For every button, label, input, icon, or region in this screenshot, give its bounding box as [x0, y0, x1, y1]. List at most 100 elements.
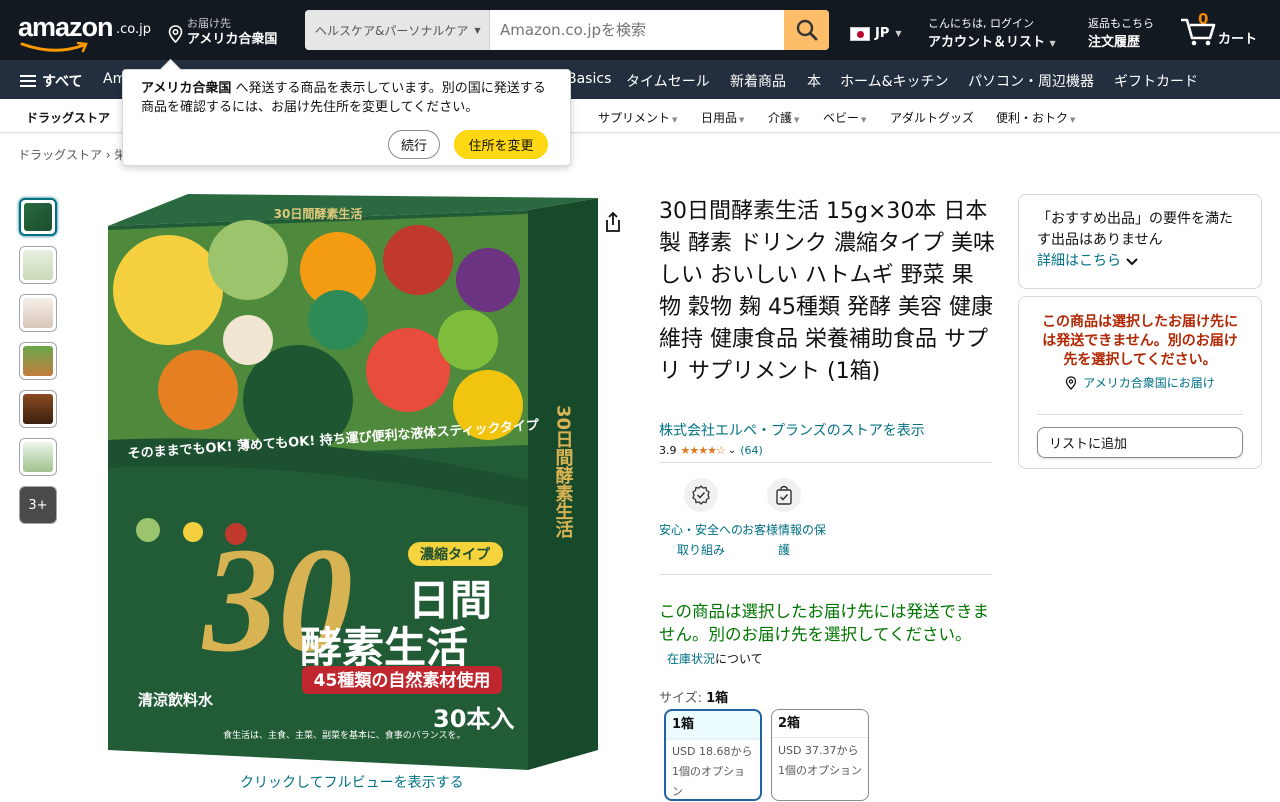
subnav-item-supplements[interactable]: サプリメント ▼: [598, 109, 677, 126]
badge-safety[interactable]: 安心・安全への取り組み: [656, 478, 746, 560]
nav-item-basics[interactable]: Basics: [567, 71, 611, 87]
search-category-dropdown[interactable]: ヘルスケア&パーソナルケア ▼: [305, 10, 490, 50]
caret-down-icon: ▼: [895, 29, 902, 38]
package-count: 30本入: [433, 705, 514, 733]
ship-to-label: アメリカ合衆国にお届け: [1083, 376, 1215, 390]
grape-shape: [456, 248, 520, 312]
thumbnail-more[interactable]: 3+: [19, 486, 57, 524]
shopping-bag-check-icon: [776, 485, 792, 505]
rating-summary[interactable]: 3.9 ★★★★☆ ⌄ (64): [659, 444, 763, 457]
broccoli-shape: [308, 290, 368, 350]
orders-line1: 返品もこちら: [1088, 17, 1154, 30]
share-icon[interactable]: [604, 211, 622, 233]
size-option-2box[interactable]: 2箱 USD 37.37から 1個のオプション: [771, 709, 869, 801]
subnav-item-care[interactable]: 介護 ▼: [768, 109, 799, 126]
amazon-logo[interactable]: amazon .co.jp: [18, 12, 153, 53]
search-button[interactable]: [784, 10, 829, 50]
language-selector[interactable]: JP ▼: [850, 26, 902, 41]
onion-shape: [223, 315, 273, 365]
location-pin-icon: [168, 25, 183, 43]
orders-link[interactable]: 返品もこちら 注文履歴: [1088, 15, 1154, 50]
search-input[interactable]: [490, 10, 784, 50]
popover-message: アメリカ合衆国 へ発送する商品を表示しています。別の国に発送する商品を確認するに…: [141, 79, 552, 117]
logo-tld: .co.jp: [116, 22, 152, 37]
package-top-label: 30日間酵素生活: [274, 206, 363, 221]
subnav-item-deals[interactable]: 便利・おトク ▼: [996, 109, 1075, 126]
cart-icon: [1181, 18, 1216, 46]
kiwi-shape: [438, 310, 498, 370]
badge-privacy[interactable]: お客様情報の保護: [739, 478, 829, 560]
size-label-text: サイズ:: [659, 691, 707, 706]
stock-status-suffix: について: [715, 652, 763, 666]
subnav-title[interactable]: ドラッグストア: [26, 109, 110, 126]
deliver-to-selector[interactable]: お届け先 アメリカ合衆国: [168, 13, 293, 49]
search-category-label: ヘルスケア&パーソナルケア: [315, 23, 469, 38]
details-link[interactable]: 詳細はこちら: [1037, 251, 1243, 272]
nav-item-books[interactable]: 本: [807, 71, 821, 91]
logo-wordmark: amazon: [18, 12, 114, 42]
caret-down-icon: ▼: [672, 116, 678, 124]
search-icon: [796, 19, 817, 41]
caret-down-icon: ▼: [474, 25, 481, 35]
subnav-item-adult[interactable]: アダルトグッズ: [890, 109, 974, 126]
store-link[interactable]: 株式会社エルペ・プランズのストアを表示: [659, 420, 925, 440]
language-label: JP: [875, 26, 890, 41]
package-name-line1: 日間: [408, 576, 492, 625]
top-navigation-bar: amazon .co.jp お届け先 アメリカ合衆国 ヘルスケア&パーソナルケア…: [0, 0, 1280, 60]
shipping-warning: この商品は選択したお届け先には発送できません。別のお届け先を選択してください。: [1042, 314, 1238, 368]
all-menu-button[interactable]: すべて: [20, 71, 82, 91]
add-to-list-button[interactable]: リストに追加: [1037, 427, 1243, 458]
divider: [1037, 414, 1243, 415]
badge-safety-label: 安心・安全への取り組み: [658, 523, 743, 557]
location-pin-icon: [1066, 375, 1077, 390]
breadcrumb[interactable]: ドラッグストア › 栄: [18, 146, 126, 163]
tomato-shape: [366, 328, 450, 412]
subnav-item-baby[interactable]: ベビー ▼: [823, 109, 866, 126]
thumbnail-6[interactable]: [19, 438, 57, 476]
badge-privacy-label: お客様情報の保護: [741, 523, 826, 557]
thumbnail-5[interactable]: [19, 390, 57, 428]
hamburger-menu-icon: [20, 75, 36, 87]
subnav-item-label: 日用品: [701, 111, 738, 125]
account-menu[interactable]: こんにちは, ログイン アカウント＆リスト ▼: [928, 15, 1056, 50]
subnav-item-daily-goods[interactable]: 日用品 ▼: [701, 109, 744, 126]
divider: [659, 574, 992, 575]
nav-item-time-sale[interactable]: タイムセール: [626, 71, 710, 91]
thumbnail-2[interactable]: [19, 246, 57, 284]
package-name-line2: 酵素生活: [300, 623, 468, 672]
review-count: (64): [740, 444, 763, 457]
caret-down-icon: ▼: [739, 116, 745, 124]
nav-item-computers[interactable]: パソコン・周辺機器: [968, 71, 1094, 91]
logo-smile-icon: [20, 42, 88, 53]
recommend-text: 「おすすめ出品」の要件を満たす出品はありません: [1037, 211, 1233, 248]
thumbnail-4[interactable]: [19, 342, 57, 380]
product-image[interactable]: 30日間酵素生活 そのままでもOK! 薄めてもOK! 持ち運び便利な液体スティッ…: [108, 190, 598, 772]
full-view-link[interactable]: クリックしてフルビューを表示する: [240, 772, 464, 792]
change-address-button[interactable]: 住所を変更: [454, 130, 548, 159]
package-red-banner: 45種類の自然素材使用: [314, 670, 491, 691]
rating-value: 3.9: [659, 444, 677, 457]
ship-to-link[interactable]: アメリカ合衆国にお届け: [1037, 374, 1243, 391]
thumbnail-3[interactable]: [19, 294, 57, 332]
all-menu-label: すべて: [42, 74, 83, 90]
size-option-note: 1個のオプション: [672, 765, 745, 798]
subnav-item-label: 便利・おトク: [996, 111, 1069, 125]
size-option-1box[interactable]: 1箱 USD 18.68から 1個のオプション: [664, 709, 762, 801]
caret-down-icon: ▼: [1049, 39, 1056, 48]
cart-button[interactable]: 0 カート: [1180, 10, 1265, 50]
japan-flag-icon: [850, 26, 870, 41]
nav-item-new-arrivals[interactable]: 新着商品: [730, 71, 786, 91]
stock-status-link[interactable]: 在庫状況: [667, 652, 715, 666]
size-selector-label: サイズ: 1箱: [659, 687, 728, 706]
nav-item-gift-cards[interactable]: ギフトカード: [1114, 71, 1198, 91]
popover-location: アメリカ合衆国: [141, 81, 232, 96]
carrot-shape: [158, 350, 238, 430]
size-option-price: USD 37.37から: [778, 744, 859, 757]
badge-safety-icon-wrap: [684, 478, 718, 512]
chevron-down-icon: [1126, 257, 1138, 265]
nav-item-home-kitchen[interactable]: ホーム&キッチン: [840, 71, 949, 91]
star-rating-icon: ★★★★☆: [680, 444, 726, 457]
thumbnail-1[interactable]: [19, 198, 57, 236]
package-drink-type: 清涼飲料水: [138, 691, 214, 709]
continue-button[interactable]: 続行: [388, 130, 440, 159]
